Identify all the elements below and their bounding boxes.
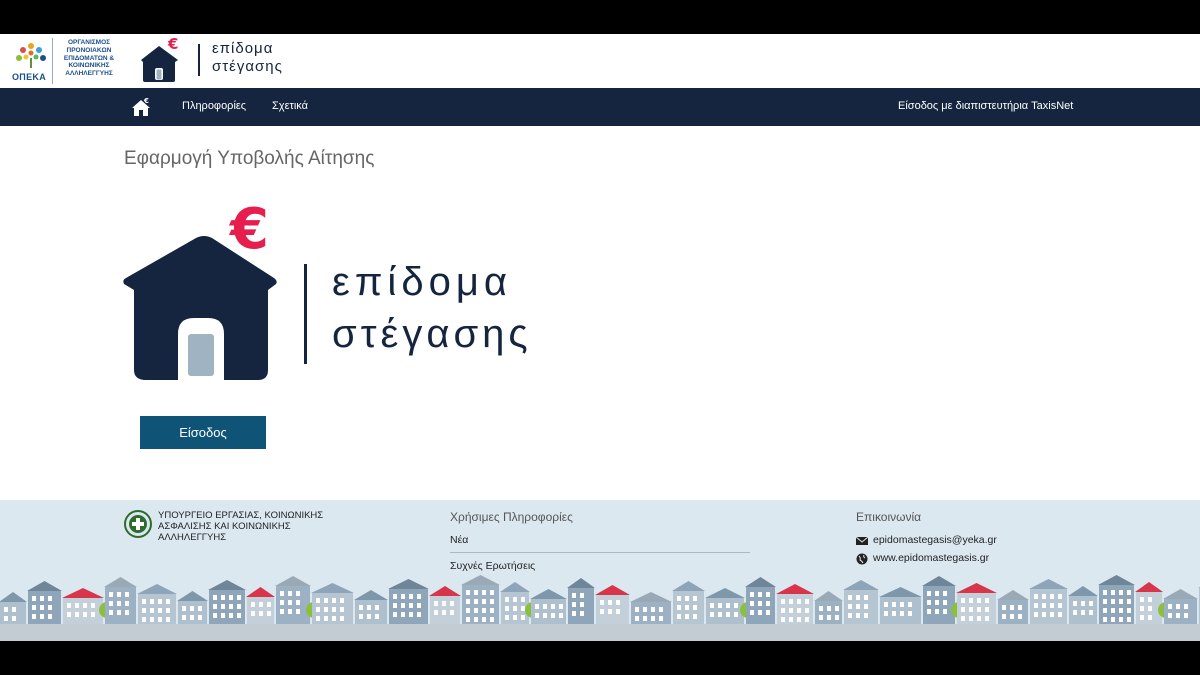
contact-website: www.epidomastegasis.gr bbox=[873, 552, 990, 564]
svg-text:€: € bbox=[228, 197, 269, 262]
town-illustration bbox=[0, 575, 1200, 641]
hero-line2: στέγασης bbox=[332, 312, 532, 356]
logo-divider bbox=[52, 38, 53, 84]
app-frame: ΟΠΕΚΑ ΟΡΓΑΝΙΣΜΟΣ ΠΡΟΝΟΙΑΚΩΝ ΕΠΙΔΟΜΑΤΩΝ &… bbox=[0, 34, 1200, 641]
large-house-euro-icon: € bbox=[123, 197, 277, 380]
nav-item-about[interactable]: Σχετικά bbox=[272, 100, 308, 112]
brand-divider bbox=[198, 44, 200, 76]
envelope-icon bbox=[856, 536, 868, 545]
ministry-name: ΥΠΟΥΡΓΕΙΟ ΕΡΓΑΣΙΑΣ, ΚΟΙΝΩΝΙΚΗΣ ΑΣΦΑΛΙΣΗΣ… bbox=[158, 510, 324, 543]
hero-logo: € επίδομα στέγασης bbox=[118, 194, 558, 394]
contact-title: Επικοινωνία bbox=[856, 510, 922, 524]
opeka-logo[interactable]: ΟΠΕΚΑ ΟΡΓΑΝΙΣΜΟΣ ΠΡΟΝΟΙΑΚΩΝ ΕΠΙΔΟΜΑΤΩΝ &… bbox=[12, 38, 122, 84]
home-icon[interactable]: € bbox=[131, 97, 151, 117]
nav-item-info[interactable]: Πληροφορίες bbox=[182, 100, 246, 112]
contact-email: epidomastegasis@yeka.gr bbox=[873, 534, 997, 546]
brand-line2: στέγασης bbox=[212, 58, 283, 75]
hero-line1: επίδομα bbox=[332, 260, 512, 304]
main-navbar: € Πληροφορίες Σχετικά Είσοδος με διαπιστ… bbox=[0, 88, 1200, 126]
page-title: Εφαρμογή Υποβολής Αίτησης bbox=[124, 148, 375, 169]
footer-separator bbox=[450, 552, 750, 553]
footer: ΥΠΟΥΡΓΕΙΟ ΕΡΓΑΣΙΑΣ, ΚΟΙΝΩΝΙΚΗΣ ΑΣΦΑΛΙΣΗΣ… bbox=[0, 500, 1200, 641]
globe-icon bbox=[856, 553, 868, 565]
house-euro-icon: € bbox=[141, 36, 178, 82]
top-header: ΟΠΕΚΑ ΟΡΓΑΝΙΣΜΟΣ ΠΡΟΝΟΙΑΚΩΝ ΕΠΙΔΟΜΑΤΩΝ &… bbox=[0, 34, 1200, 88]
useful-info-title: Χρήσιμες Πληροφορίες bbox=[450, 510, 573, 524]
svg-text:€: € bbox=[167, 36, 178, 53]
hero-divider bbox=[304, 264, 307, 364]
footer-news-link[interactable]: Νέα bbox=[450, 534, 468, 546]
brand-logo[interactable]: € επίδομα στέγασης bbox=[138, 36, 308, 86]
opeka-full-name: ΟΡΓΑΝΙΣΜΟΣ ΠΡΟΝΟΙΑΚΩΝ ΕΠΙΔΟΜΑΤΩΝ & ΚΟΙΝΩ… bbox=[63, 39, 115, 78]
greek-emblem-icon bbox=[124, 510, 152, 538]
opeka-name: ΟΠΕΚΑ bbox=[12, 72, 47, 82]
brand-line1: επίδομα bbox=[212, 40, 274, 57]
login-button[interactable]: Είσοδος bbox=[140, 416, 266, 449]
ministry-logo: ΥΠΟΥΡΓΕΙΟ ΕΡΓΑΣΙΑΣ, ΚΟΙΝΩΝΙΚΗΣ ΑΣΦΑΛΙΣΗΣ… bbox=[124, 510, 344, 550]
taxisnet-login-link[interactable]: Είσοδος με διαπιστευτήρια TaxisNet bbox=[898, 100, 1073, 112]
svg-text:€: € bbox=[143, 97, 149, 105]
